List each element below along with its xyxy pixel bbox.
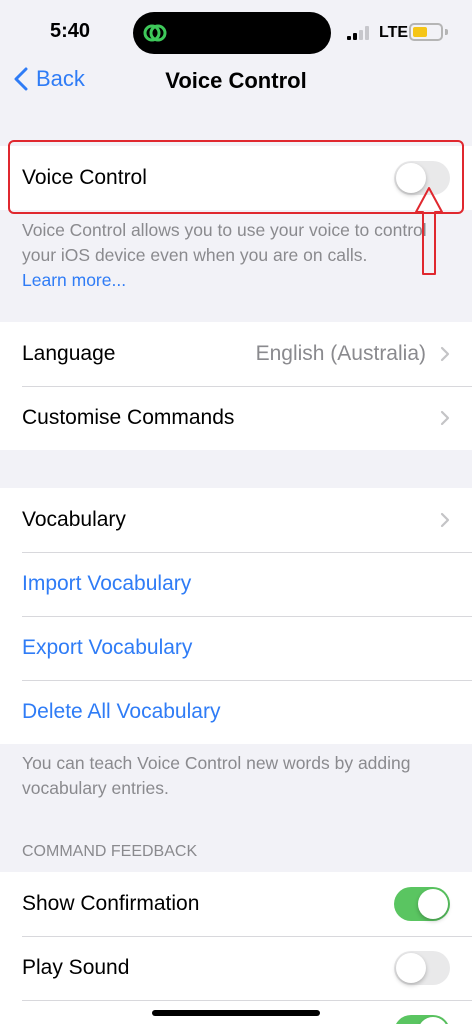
chevron-right-icon (440, 346, 450, 362)
toggle-knob (418, 1017, 448, 1024)
import-vocabulary-button[interactable]: Import Vocabulary (0, 552, 472, 616)
import-vocabulary-label: Import Vocabulary (22, 572, 192, 595)
partially-visible-toggle[interactable] (394, 1015, 450, 1024)
signal-icon (347, 26, 369, 40)
page-title: Voice Control (165, 68, 307, 93)
chevron-right-icon (440, 410, 450, 426)
customise-commands-row[interactable]: Customise Commands (0, 386, 472, 450)
arrow-up-icon (415, 187, 443, 275)
language-value: English (Australia) (255, 342, 426, 365)
vocabulary-group: Vocabulary Import Vocabulary Export Voca… (0, 488, 472, 744)
status-time: 5:40 (50, 20, 91, 42)
play-sound-row: Play Sound (0, 936, 472, 1000)
delete-all-vocabulary-button[interactable]: Delete All Vocabulary (0, 680, 472, 744)
play-sound-toggle[interactable] (394, 951, 450, 985)
language-row[interactable]: Language English (Australia) (0, 322, 472, 386)
dynamic-island (133, 12, 331, 54)
voice-control-label: Voice Control (22, 166, 147, 189)
export-vocabulary-label: Export Vocabulary (22, 636, 193, 659)
export-vocabulary-button[interactable]: Export Vocabulary (0, 616, 472, 680)
voice-control-group: Voice Control (0, 146, 472, 210)
network-label: LTE (379, 24, 409, 41)
show-confirmation-label: Show Confirmation (22, 892, 200, 915)
status-bar: 5:40 LTE (0, 0, 472, 62)
shortcut-link-icon (143, 24, 167, 42)
learn-more-link[interactable]: Learn more... (22, 268, 452, 293)
battery-icon (409, 23, 443, 41)
navigation-bar: Back Voice Control (0, 62, 472, 102)
play-sound-label: Play Sound (22, 956, 130, 979)
voice-control-description: Voice Control allows you to use your voi… (22, 218, 452, 293)
home-indicator (152, 1010, 320, 1016)
voice-control-row: Voice Control (0, 146, 472, 210)
toggle-knob (396, 953, 426, 983)
vocabulary-footer: You can teach Voice Control new words by… (22, 753, 411, 798)
battery-cap (445, 29, 448, 35)
vocabulary-label: Vocabulary (22, 508, 126, 531)
voice-control-description-text: Voice Control allows you to use your voi… (22, 220, 427, 265)
show-confirmation-toggle[interactable] (394, 887, 450, 921)
toggle-knob (418, 889, 448, 919)
customise-commands-label: Customise Commands (22, 406, 235, 429)
language-label: Language (22, 342, 116, 365)
show-confirmation-row: Show Confirmation (0, 872, 472, 936)
battery-level (413, 27, 427, 37)
command-feedback-group: Show Confirmation Play Sound (0, 872, 472, 1024)
chevron-right-icon (440, 512, 450, 528)
language-group: Language English (Australia) Customise C… (0, 322, 472, 450)
delete-all-vocabulary-label: Delete All Vocabulary (22, 700, 221, 723)
vocabulary-row[interactable]: Vocabulary (0, 488, 472, 552)
command-feedback-header: COMMAND FEEDBACK (22, 843, 198, 860)
